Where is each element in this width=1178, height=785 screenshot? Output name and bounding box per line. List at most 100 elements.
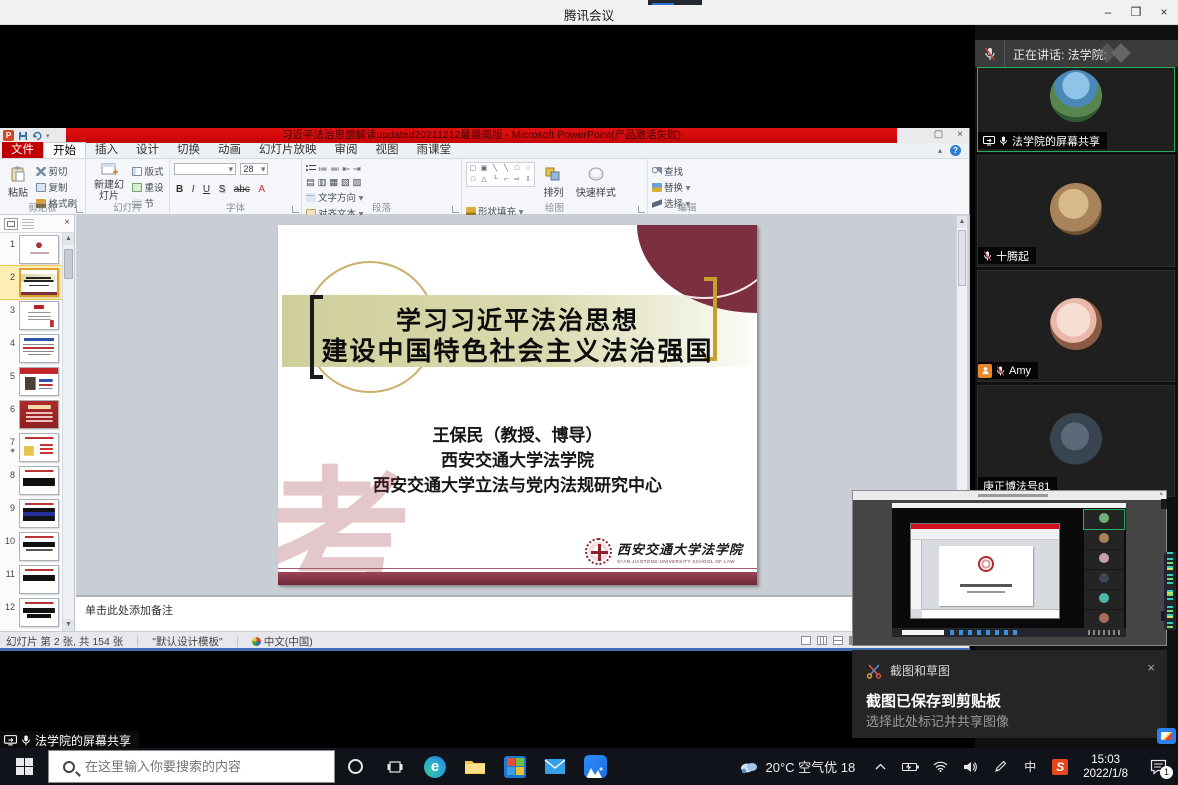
screenshot-preview-window[interactable]: ×: [852, 490, 1167, 646]
task-view-icon[interactable]: [375, 748, 415, 785]
cortana-icon[interactable]: [335, 748, 375, 785]
italic-button[interactable]: I: [190, 184, 197, 195]
slide-thumbnail-7[interactable]: 7◆: [0, 431, 63, 464]
status-language[interactable]: 中文(中国): [252, 634, 313, 649]
slides-tab-icon[interactable]: [4, 218, 18, 230]
arrange-button[interactable]: 排列: [539, 162, 567, 202]
ppt-tab-2[interactable]: 插入: [86, 142, 127, 158]
snip-toast[interactable]: 截图和草图 × 截图已保存到剪贴板 选择此处标记并共享图像: [852, 650, 1167, 738]
slide-thumbnail-1[interactable]: 1: [0, 233, 63, 266]
reading-view-icon[interactable]: [833, 636, 843, 645]
text-shadow-button[interactable]: S: [217, 184, 228, 195]
bold-button[interactable]: B: [174, 184, 185, 195]
ppt-maximize-button[interactable]: ▢: [934, 129, 943, 140]
slide-thumbnail-3[interactable]: 3: [0, 299, 63, 332]
preview-close-icon[interactable]: ×: [1159, 493, 1163, 498]
new-slide-button[interactable]: 新建幻灯片: [90, 162, 128, 202]
slide-sorter-view-icon[interactable]: [817, 636, 827, 645]
meeting-close-button[interactable]: ×: [1150, 0, 1178, 25]
taskbar-weather[interactable]: 20°C 空气优 18: [727, 757, 868, 776]
slide-thumbnail-6[interactable]: 6: [0, 398, 63, 431]
taskbar-search[interactable]: [48, 750, 335, 783]
ppt-tab-3[interactable]: 设计: [127, 142, 168, 158]
ppt-tab-1[interactable]: 开始: [43, 142, 86, 158]
slide-panel-close-icon[interactable]: ×: [64, 217, 70, 228]
ppt-tab-0[interactable]: 文件: [2, 142, 43, 158]
font-dialog-launcher[interactable]: [292, 206, 299, 213]
taskbar-clock[interactable]: 15:03 2022/1/8: [1073, 753, 1138, 781]
slide-thumbnail-2[interactable]: 2: [0, 266, 63, 299]
normal-view-icon[interactable]: [801, 636, 811, 645]
slide-panel-scrollbar[interactable]: ▲ ▼: [62, 233, 74, 631]
battery-icon[interactable]: [897, 748, 923, 785]
slide-thumbnail-12[interactable]: 12: [0, 596, 63, 629]
search-input[interactable]: [85, 759, 315, 774]
docked-widget[interactable]: [1164, 552, 1176, 630]
ppt-tab-6[interactable]: 幻灯片放映: [250, 142, 326, 158]
font-color-button[interactable]: A: [256, 184, 267, 195]
wifi-icon[interactable]: [927, 748, 953, 785]
ppt-tab-9[interactable]: 雨课堂: [408, 142, 461, 158]
align-buttons[interactable]: ▤ ▥ ▦ ▧ ▨: [306, 177, 368, 188]
save-icon[interactable]: [18, 131, 28, 141]
qat-dropdown-icon[interactable]: ▾: [46, 132, 50, 140]
font-size-combo[interactable]: 28▾: [240, 163, 268, 175]
meeting-maximize-button[interactable]: ❐: [1122, 0, 1150, 25]
edge-icon[interactable]: e: [415, 748, 455, 785]
notes-pane[interactable]: 单击此处添加备注: [76, 595, 970, 631]
outline-tab-icon[interactable]: [22, 219, 34, 229]
meeting-toolbar-handle[interactable]: [648, 0, 702, 5]
ime-indicator[interactable]: 中: [1017, 748, 1043, 785]
tray-expand-icon[interactable]: [867, 748, 893, 785]
find-button[interactable]: 查找: [652, 164, 690, 178]
quick-styles-button[interactable]: 快速样式: [572, 162, 620, 202]
corner-app-icon[interactable]: [1157, 728, 1176, 744]
scroll-down-icon[interactable]: ▼: [63, 619, 74, 631]
bullets-button[interactable]: ≔ ≕ ⇤ ⇥: [306, 164, 368, 175]
slide-thumbnail-5[interactable]: 5: [0, 365, 63, 398]
slide-thumbnail-11[interactable]: 11: [0, 563, 63, 596]
start-button[interactable]: [0, 748, 48, 785]
toast-close-icon[interactable]: ×: [1147, 660, 1155, 675]
file-explorer-icon[interactable]: [455, 748, 495, 785]
slide-thumbnail-8[interactable]: 8: [0, 464, 63, 497]
layout-button[interactable]: 版式: [132, 164, 163, 178]
replace-button[interactable]: 替换 ▾: [652, 180, 690, 194]
meeting-minimize-button[interactable]: –: [1094, 0, 1122, 25]
ppt-tab-5[interactable]: 动画: [209, 142, 250, 158]
mail-icon[interactable]: [535, 748, 575, 785]
reset-button[interactable]: 重设: [132, 180, 163, 194]
copy-button[interactable]: 复制: [36, 180, 77, 194]
ppt-quick-access-toolbar[interactable]: P ▾: [0, 128, 66, 143]
undo-icon[interactable]: [32, 131, 42, 141]
ppt-tab-4[interactable]: 切换: [168, 142, 209, 158]
cut-button[interactable]: 剪切: [36, 164, 77, 178]
participant-tile[interactable]: 十腾起: [977, 155, 1175, 267]
clipboard-dialog-launcher[interactable]: [76, 206, 83, 213]
drawing-dialog-launcher[interactable]: [638, 206, 645, 213]
slide-thumbnail-4[interactable]: 4: [0, 332, 63, 365]
underline-button[interactable]: U: [201, 184, 212, 195]
volume-icon[interactable]: [957, 748, 983, 785]
current-slide[interactable]: 学习习近平法治思想 建设中国特色社会主义法治强国 王保民（教授、博导） 西安交通…: [278, 225, 757, 585]
ppt-tab-7[interactable]: 审阅: [326, 142, 367, 158]
store-icon[interactable]: [495, 748, 535, 785]
slide-thumbnail-10[interactable]: 10: [0, 530, 63, 563]
banner-mic-muted-icon[interactable]: [975, 40, 1005, 67]
help-icon[interactable]: ?: [950, 145, 961, 156]
sogou-icon[interactable]: S: [1047, 748, 1073, 785]
slide-thumbnail-9[interactable]: 9: [0, 497, 63, 530]
paste-button[interactable]: 粘贴: [4, 162, 32, 202]
strikethrough-button[interactable]: abc: [232, 184, 252, 195]
paragraph-dialog-launcher[interactable]: [452, 206, 459, 213]
ribbon-collapse-icon[interactable]: ▴: [938, 146, 942, 155]
shapes-gallery[interactable]: ▢▣╲╲□○ □△╰⌐⇨⇩: [466, 162, 535, 187]
participant-tile[interactable]: 庚正博法号81: [977, 385, 1175, 497]
toast-subtitle[interactable]: 选择此处标记并共享图像: [866, 711, 1009, 730]
font-name-combo[interactable]: ▾: [174, 163, 236, 175]
participant-tile-sharer[interactable]: 法学院的屏幕共享: [977, 67, 1175, 152]
participant-tile[interactable]: Amy: [977, 270, 1175, 382]
ppt-tab-8[interactable]: 视图: [367, 142, 408, 158]
scroll-up-icon[interactable]: ▲: [63, 233, 74, 245]
ppt-close-button[interactable]: ×: [957, 129, 963, 140]
